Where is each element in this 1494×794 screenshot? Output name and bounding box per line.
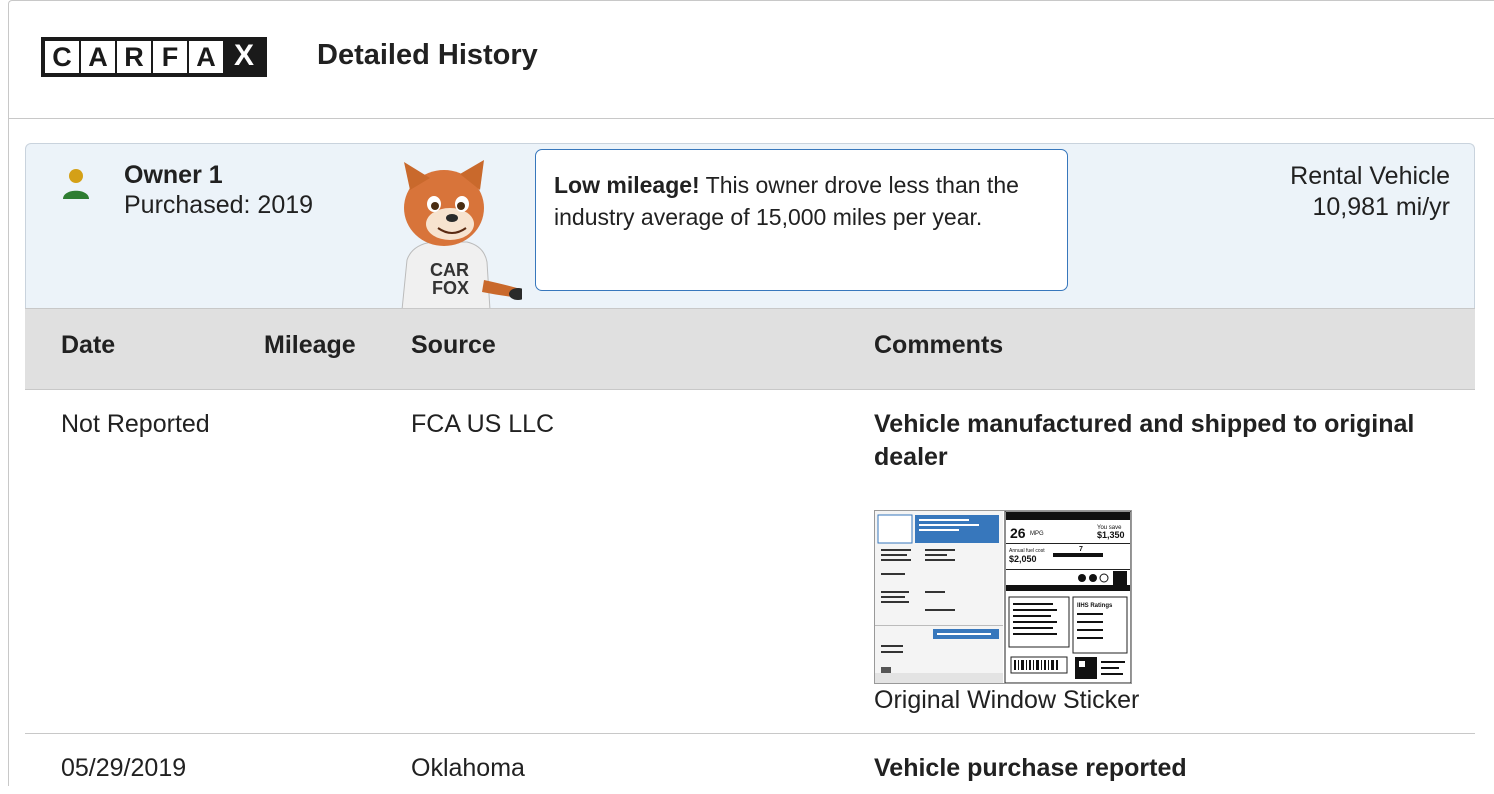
- sticker-save-value: $1,350: [1097, 530, 1125, 540]
- section-title: Detailed History: [317, 39, 538, 71]
- owner-summary: Owner 1 Purchased: 2019 CAR FOX Low mile…: [25, 143, 1475, 310]
- window-sticker-link[interactable]: Original Window Sticker: [874, 686, 1139, 715]
- column-header-source: Source: [411, 331, 496, 359]
- column-header-mileage: Mileage: [264, 331, 356, 359]
- low-mileage-callout: Low mileage! This owner drove less than …: [535, 149, 1068, 291]
- section-header: C A R F A X Detailed History: [9, 1, 1494, 119]
- logo-letter: R: [117, 41, 151, 73]
- owner-usage: Rental Vehicle 10,981 mi/yr: [1290, 161, 1450, 224]
- mascot-shirt-text: FOX: [432, 278, 469, 298]
- vehicle-use-type: Rental Vehicle: [1290, 162, 1450, 190]
- person-icon: [63, 169, 89, 199]
- history-card: C A R F A X Detailed History Owner 1 Pur…: [8, 0, 1494, 786]
- sticker-rating: 7: [1079, 546, 1083, 553]
- logo-letter: C: [45, 41, 79, 73]
- owner-name: Owner 1: [124, 161, 223, 189]
- carfax-logo: C A R F A X: [41, 37, 267, 77]
- mascot-shirt-text: CAR: [430, 260, 469, 280]
- carfox-mascot-icon: CAR FOX: [401, 160, 522, 310]
- column-header-comments: Comments: [874, 331, 1004, 359]
- owner-purchase-year: Purchased: 2019: [124, 191, 314, 219]
- table-row: 05/29/2019 Oklahoma Vehicle purchase rep…: [25, 734, 1475, 794]
- annual-mileage: 10,981 mi/yr: [1312, 193, 1450, 222]
- callout-highlight: Low mileage!: [554, 172, 700, 198]
- row-source: Oklahoma: [411, 754, 525, 782]
- sticker-iihs: IIHS Ratings: [1077, 603, 1113, 609]
- logo-letter: F: [153, 41, 187, 73]
- table-row: Not Reported FCA US LLC Vehicle manufact…: [25, 390, 1475, 734]
- row-date: Not Reported: [61, 410, 210, 438]
- row-date: 05/29/2019: [61, 754, 187, 782]
- table-header-row: Date Mileage Source Comments: [25, 308, 1475, 390]
- window-sticker-thumbnail[interactable]: 26 MPG You save $1,350 Annual fuel cost …: [874, 510, 1132, 684]
- sticker-mpg: 26: [1010, 525, 1026, 541]
- row-comment: Vehicle purchase reported: [874, 754, 1187, 782]
- row-comment: Vehicle manufactured and shipped to orig…: [874, 410, 1415, 471]
- history-table: Date Mileage Source Comments Not Reporte…: [25, 308, 1475, 794]
- column-header-date: Date: [61, 331, 116, 359]
- logo-letter: X: [225, 39, 263, 73]
- logo-letter: A: [81, 41, 115, 73]
- sticker-cost-value: $2,050: [1009, 554, 1037, 564]
- sticker-mpg-unit: MPG: [1030, 531, 1044, 537]
- row-source: FCA US LLC: [411, 410, 555, 438]
- logo-letter: A: [189, 41, 223, 73]
